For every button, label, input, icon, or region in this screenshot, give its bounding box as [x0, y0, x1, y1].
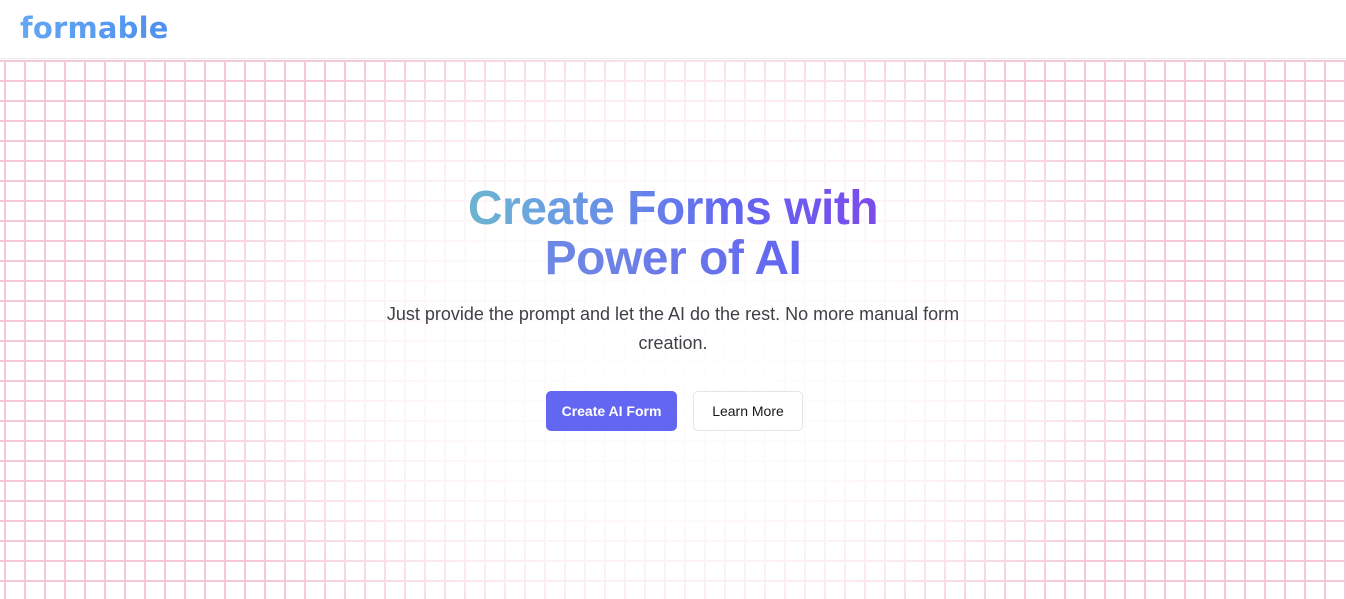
hero-content: Create Forms with Power of AI Just provi… [0, 60, 1346, 599]
create-ai-form-button[interactable]: Create AI Form [546, 391, 677, 431]
hero-headline: Create Forms with Power of AI [373, 184, 973, 284]
learn-more-button[interactable]: Learn More [693, 391, 803, 431]
hero-subtitle: Just provide the prompt and let the AI d… [386, 304, 960, 353]
logo-link[interactable]: formable [20, 10, 169, 46]
headline-line-1: Create Forms with [373, 184, 973, 234]
hero-section: Create Forms with Power of AI Just provi… [0, 60, 1346, 599]
headline-line-2: Power of AI [373, 234, 973, 284]
top-navbar: formable [0, 0, 1346, 59]
